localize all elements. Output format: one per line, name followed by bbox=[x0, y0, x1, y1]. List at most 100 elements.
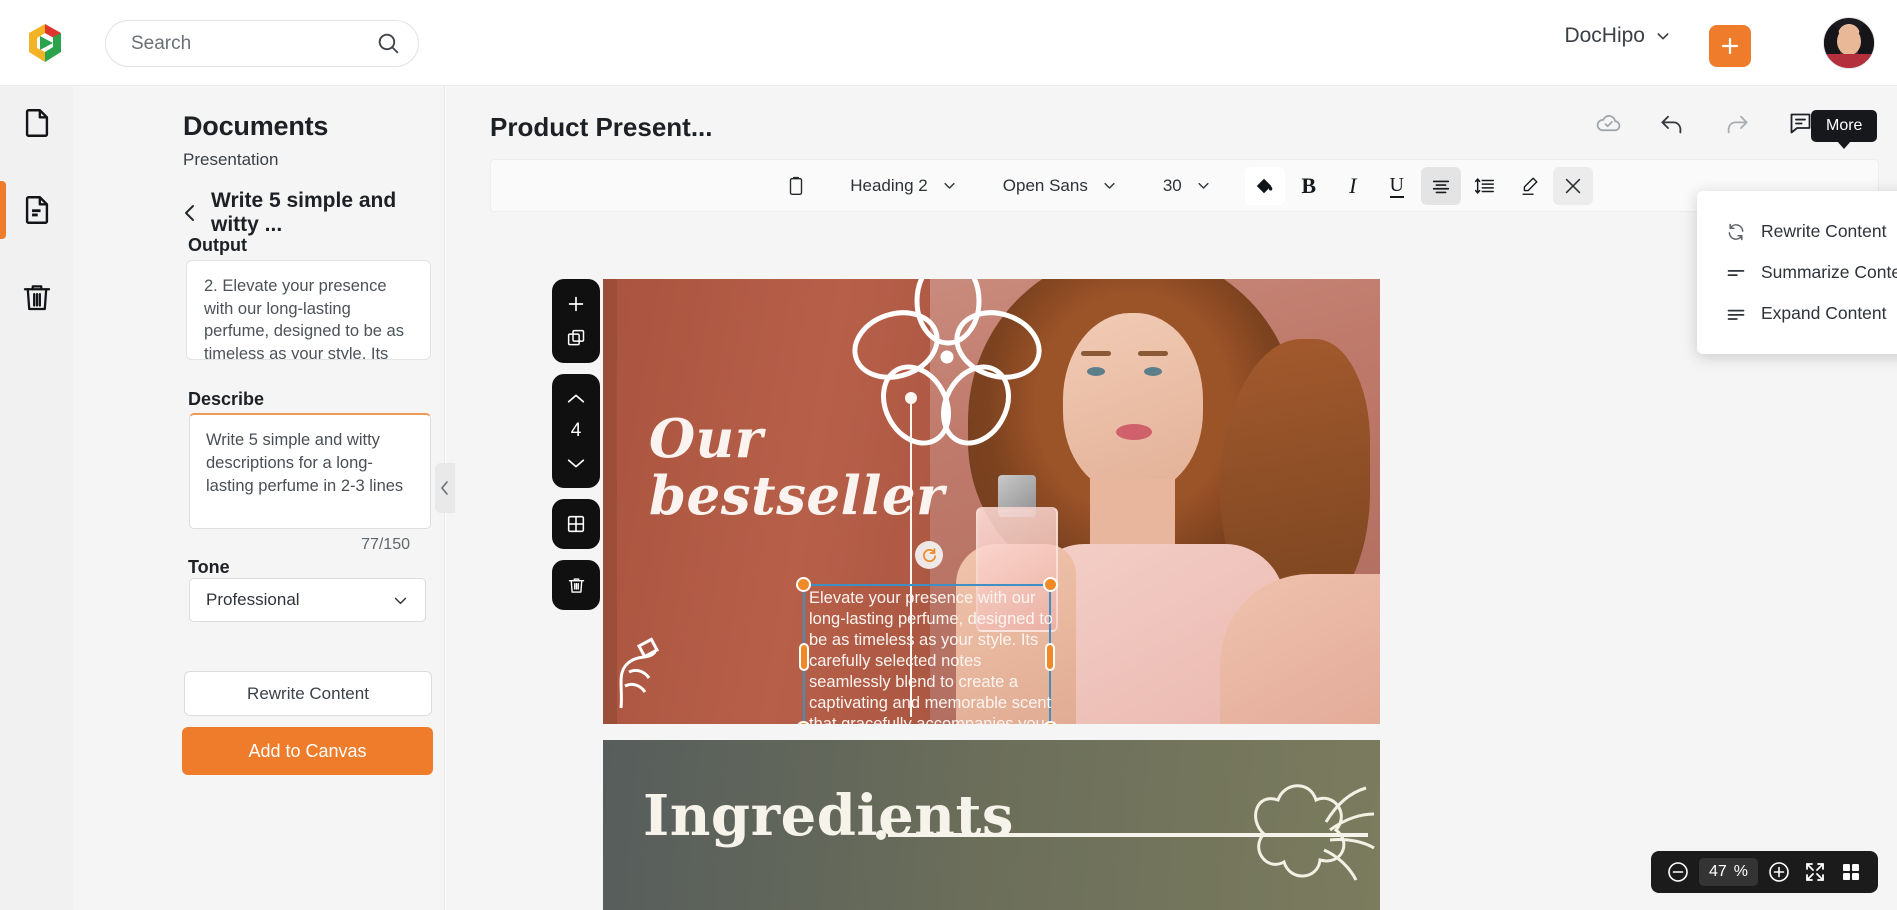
top-bar: DocHipo bbox=[0, 0, 1897, 86]
fill-color-icon[interactable] bbox=[1244, 166, 1285, 205]
rewrite-content-button[interactable]: Rewrite Content bbox=[184, 671, 432, 716]
duplicate-page-icon[interactable] bbox=[552, 321, 600, 355]
add-page-icon[interactable] bbox=[552, 287, 600, 321]
page-navigation-group: 4 bbox=[552, 374, 600, 488]
chevron-down-icon bbox=[392, 592, 409, 609]
undo-icon[interactable] bbox=[1657, 108, 1687, 138]
resize-handle-top-right[interactable] bbox=[1043, 577, 1058, 592]
resize-handle-left[interactable] bbox=[799, 642, 809, 671]
document-type-label: Presentation bbox=[183, 150, 279, 169]
create-new-button[interactable] bbox=[1709, 25, 1751, 67]
breadcrumb-back[interactable]: Write 5 simple and witty ... bbox=[183, 189, 444, 237]
add-duplicate-group bbox=[552, 279, 600, 363]
chevron-down-icon bbox=[1196, 178, 1211, 193]
slide-2-title[interactable]: Ingredients bbox=[643, 783, 1014, 849]
collapse-panel-handle[interactable] bbox=[435, 463, 455, 513]
expand-icon bbox=[1726, 304, 1746, 324]
tone-select[interactable]: Professional bbox=[189, 578, 426, 622]
menu-item-expand-content[interactable]: Expand Content bbox=[1697, 293, 1897, 334]
chevron-down-icon bbox=[1102, 178, 1117, 193]
flower-decoration-icon bbox=[846, 279, 1051, 457]
page-grid-icon[interactable] bbox=[1836, 857, 1866, 887]
slide-1-body-text[interactable]: Elevate your presence with our long-last… bbox=[809, 588, 1053, 724]
chevron-down-icon bbox=[1655, 28, 1671, 44]
workspace-selector[interactable]: DocHipo bbox=[1564, 24, 1671, 48]
menu-item-rewrite-content[interactable]: Rewrite Content bbox=[1697, 211, 1897, 252]
text-style-select[interactable]: Heading 2 bbox=[838, 167, 969, 205]
add-to-canvas-button[interactable]: Add to Canvas bbox=[182, 727, 433, 775]
zoom-level: 47 bbox=[1708, 863, 1727, 880]
zoom-controls: 47 % bbox=[1650, 851, 1878, 893]
zoom-out-icon[interactable] bbox=[1663, 857, 1693, 887]
close-icon[interactable] bbox=[1552, 166, 1593, 205]
clipboard-icon[interactable] bbox=[776, 167, 816, 205]
search-icon[interactable] bbox=[376, 31, 401, 56]
app-root: DocHipo bbox=[0, 0, 1897, 910]
rotate-handle-icon[interactable] bbox=[915, 541, 943, 569]
delete-page-group bbox=[552, 560, 600, 610]
slide-2-rule-dot bbox=[876, 830, 886, 840]
menu-item-summarize-content[interactable]: Summarize Content bbox=[1697, 252, 1897, 293]
cloud-saved-icon[interactable] bbox=[1593, 108, 1623, 138]
output-text[interactable]: 2. Elevate your presence with our long-l… bbox=[186, 260, 431, 360]
move-page-down-icon[interactable] bbox=[552, 446, 600, 480]
dochipo-logo-icon[interactable] bbox=[20, 18, 70, 68]
workspace-label: DocHipo bbox=[1564, 24, 1645, 47]
fit-screen-icon[interactable] bbox=[1800, 857, 1830, 887]
search-input[interactable] bbox=[131, 32, 376, 55]
chevron-down-icon bbox=[942, 178, 957, 193]
describe-input[interactable] bbox=[189, 413, 431, 529]
sidebar-item-templates[interactable] bbox=[0, 173, 73, 246]
italic-icon[interactable]: I bbox=[1333, 167, 1373, 205]
zoom-unit: % bbox=[1733, 863, 1748, 880]
resize-handle-top-left[interactable] bbox=[796, 577, 811, 592]
redo-icon[interactable] bbox=[1721, 108, 1751, 138]
more-options-menu: Rewrite Content Summarize Content Expand… bbox=[1697, 191, 1897, 354]
document-title[interactable]: Product Present... bbox=[490, 112, 713, 143]
font-family-select[interactable]: Open Sans bbox=[991, 167, 1129, 205]
grid-layout-icon[interactable] bbox=[552, 507, 600, 541]
trash-icon bbox=[20, 280, 54, 314]
slide-1[interactable]: Our bestseller Elevate your presence wit… bbox=[603, 279, 1380, 724]
align-center-icon[interactable] bbox=[1420, 166, 1461, 205]
menu-item-label: Expand Content bbox=[1761, 303, 1887, 323]
editor-area: Product Present... Heading 2 Open Sans 3… bbox=[446, 86, 1897, 910]
chevron-left-icon bbox=[183, 203, 197, 223]
character-counter: 77/150 bbox=[361, 536, 410, 553]
zoom-in-icon[interactable] bbox=[1764, 857, 1794, 887]
sidebar-item-documents[interactable] bbox=[0, 86, 73, 159]
menu-item-label: Rewrite Content bbox=[1761, 221, 1887, 241]
slide-2[interactable]: Ingredients bbox=[603, 740, 1380, 910]
resize-handle-right[interactable] bbox=[1045, 642, 1055, 671]
more-tooltip: More bbox=[1811, 110, 1878, 142]
sidebar-item-trash[interactable] bbox=[0, 260, 73, 333]
grid-layout-group bbox=[552, 499, 600, 549]
summarize-icon bbox=[1726, 263, 1746, 283]
output-label: Output bbox=[188, 235, 247, 255]
zoom-value-button[interactable]: 47 % bbox=[1698, 858, 1758, 886]
highlighter-icon[interactable] bbox=[1509, 167, 1549, 205]
avatar[interactable] bbox=[1823, 17, 1875, 69]
describe-label: Describe bbox=[188, 389, 265, 409]
page-title: Documents bbox=[183, 111, 329, 141]
line-height-icon[interactable] bbox=[1465, 167, 1505, 205]
font-family-value: Open Sans bbox=[1002, 175, 1088, 195]
slide-2-flower-icon bbox=[1226, 740, 1376, 910]
documents-panel: Documents Presentation Write 5 simple an… bbox=[73, 86, 445, 910]
templates-icon bbox=[20, 193, 54, 227]
move-page-up-icon[interactable] bbox=[552, 382, 600, 416]
slide-1-corner-decoration-icon bbox=[611, 630, 666, 710]
font-size-select[interactable]: 30 bbox=[1151, 167, 1223, 205]
underline-icon[interactable]: U bbox=[1377, 167, 1417, 205]
breadcrumb-label: Write 5 simple and witty ... bbox=[211, 189, 397, 236]
text-style-value: Heading 2 bbox=[850, 175, 928, 195]
bold-icon[interactable]: B bbox=[1289, 167, 1329, 205]
search-box[interactable] bbox=[105, 20, 419, 67]
slide-1-guide-dot bbox=[905, 392, 917, 404]
delete-page-icon[interactable] bbox=[552, 568, 600, 602]
font-size-value: 30 bbox=[1162, 175, 1182, 195]
tone-label: Tone bbox=[188, 557, 230, 577]
page-tools: 4 bbox=[552, 279, 600, 621]
selected-text-box[interactable]: Elevate your presence with our long-last… bbox=[796, 541, 1058, 724]
canvas[interactable]: 4 Our bestseller Elevate your presence w… bbox=[446, 217, 1897, 910]
